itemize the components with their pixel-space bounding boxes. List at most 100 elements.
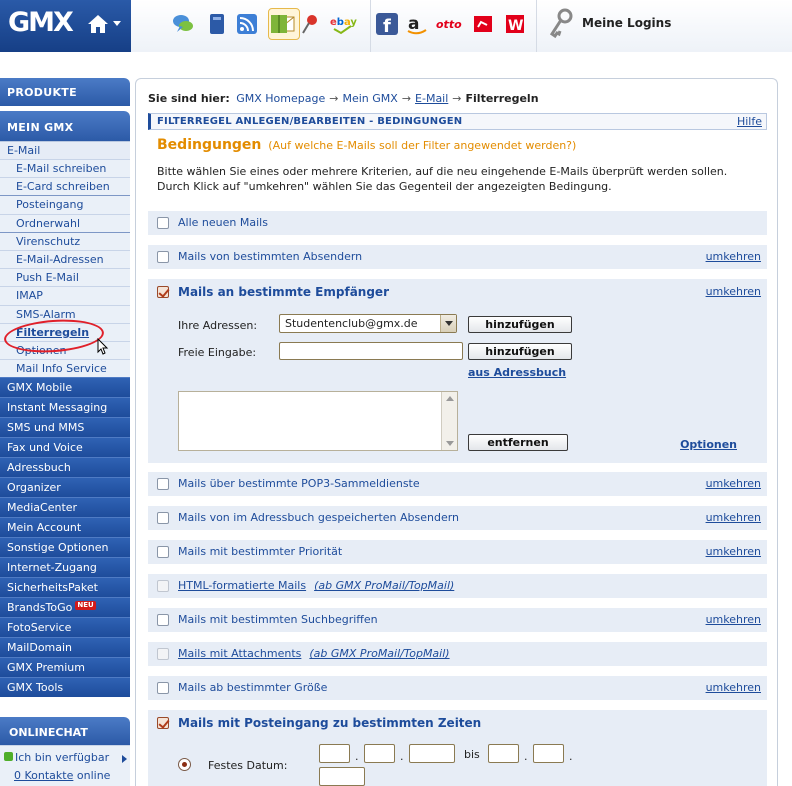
- condition-checkbox[interactable]: [157, 217, 169, 229]
- sidebar-subitem[interactable]: E-Card schreiben: [0, 177, 130, 196]
- chat-contacts-link[interactable]: 0 Kontakte: [14, 769, 73, 782]
- date-from-day-input[interactable]: [319, 744, 350, 763]
- sidebar-item[interactable]: Internet-Zugang: [0, 557, 130, 578]
- date-to-year-input[interactable]: [319, 767, 365, 786]
- sidebar-subitem[interactable]: Posteingang: [0, 195, 130, 214]
- condition-label[interactable]: Mails ab bestimmter Größe: [178, 681, 327, 694]
- condition-label[interactable]: Alle neuen Mails: [178, 216, 268, 229]
- sidebar-item[interactable]: Organizer: [0, 477, 130, 498]
- sidebar-item[interactable]: FotoService: [0, 617, 130, 638]
- sidebar-item[interactable]: Adressbuch: [0, 457, 130, 478]
- sidebar-item-email[interactable]: E-Mail: [0, 141, 130, 159]
- sidebar-mein-gmx-heading[interactable]: MEIN GMX: [0, 111, 130, 141]
- sidebar-item[interactable]: Mein Account: [0, 517, 130, 538]
- condition-checkbox[interactable]: [157, 682, 169, 694]
- ebay-icon[interactable]: ebay: [329, 12, 359, 36]
- sidebar-item[interactable]: SMS und MMS: [0, 417, 130, 438]
- facebook-icon[interactable]: f: [375, 12, 399, 36]
- options-link[interactable]: Optionen: [680, 438, 737, 451]
- gmx-logo-area[interactable]: GMX: [0, 0, 131, 52]
- sidebar-subitem[interactable]: Mail Info Service: [0, 359, 130, 378]
- scroll-down-icon[interactable]: [446, 441, 454, 446]
- home-menu-chevron-icon[interactable]: [113, 21, 121, 26]
- invert-link[interactable]: umkehren: [706, 250, 761, 263]
- amazon-icon[interactable]: a: [405, 12, 429, 36]
- breadcrumb-link[interactable]: E-Mail: [415, 92, 448, 105]
- address-book-icon[interactable]: [205, 12, 229, 36]
- rss-icon[interactable]: [235, 12, 259, 36]
- otto-icon[interactable]: otto: [435, 12, 467, 36]
- condition-checkbox[interactable]: [157, 512, 169, 524]
- invert-link[interactable]: umkehren: [706, 681, 761, 694]
- date-from-year-input[interactable]: [409, 744, 455, 763]
- sidebar-subitem[interactable]: Push E-Mail: [0, 268, 130, 287]
- breadcrumb-link[interactable]: Mein GMX: [342, 92, 397, 105]
- keys-icon[interactable]: [547, 8, 575, 40]
- sidebar-subitem[interactable]: IMAP: [0, 286, 130, 305]
- condition-checkbox[interactable]: [157, 614, 169, 626]
- remove-button[interactable]: entfernen: [468, 434, 568, 451]
- notes-icon[interactable]: [267, 12, 291, 36]
- chat-status[interactable]: Ich bin verfügbar: [4, 751, 109, 764]
- condition-label[interactable]: HTML-formatierte Mails (ab GMX ProMail/To…: [178, 579, 454, 592]
- own-addresses-select[interactable]: Studentenclub@gmx.de: [279, 314, 457, 333]
- sidebar-item[interactable]: Sonstige Optionen: [0, 537, 130, 558]
- sidebar-item[interactable]: SicherheitsPaket: [0, 577, 130, 598]
- invert-link[interactable]: umkehren: [706, 285, 761, 298]
- gmx-logo[interactable]: GMX: [8, 7, 74, 38]
- help-link[interactable]: Hilfe: [737, 115, 762, 128]
- sidebar-item[interactable]: Instant Messaging: [0, 397, 130, 418]
- chat-icon[interactable]: [171, 12, 195, 36]
- date-to-day-input[interactable]: [488, 744, 519, 763]
- condition-label[interactable]: Mails mit Attachments (ab GMX ProMail/Top…: [178, 647, 450, 660]
- condition-label[interactable]: Mails über bestimmte POP3-Sammeldienste: [178, 477, 420, 490]
- sidebar-item[interactable]: GMX Tools: [0, 677, 130, 698]
- condition-checkbox[interactable]: [157, 478, 169, 490]
- home-icon[interactable]: [87, 14, 109, 34]
- sidebar-item[interactable]: Fax und Voice: [0, 437, 130, 458]
- sidebar-item[interactable]: GMX Mobile: [0, 377, 130, 398]
- sidebar-item[interactable]: MailDomain: [0, 637, 130, 658]
- invert-link[interactable]: umkehren: [706, 511, 761, 524]
- chat-status-chevron-icon[interactable]: [122, 755, 127, 763]
- condition-label[interactable]: Mails mit bestimmten Suchbegriffen: [178, 613, 378, 626]
- sidebar-item[interactable]: MediaCenter: [0, 497, 130, 518]
- condition-checkbox-checked[interactable]: [157, 286, 169, 298]
- condition-label[interactable]: Mails von bestimmten Absendern: [178, 250, 362, 263]
- redirect-icon[interactable]: [471, 12, 495, 36]
- w-icon[interactable]: W: [503, 12, 527, 36]
- condition-label[interactable]: Mails an bestimmte Empfänger: [178, 285, 389, 299]
- recipients-list[interactable]: [178, 391, 458, 451]
- condition-label[interactable]: Mails mit Posteingang zu bestimmten Zeit…: [178, 716, 481, 730]
- fixed-date-radio[interactable]: [178, 758, 191, 771]
- sidebar-subitem-filterregeln[interactable]: Filterregeln: [0, 322, 130, 341]
- my-logins-label[interactable]: Meine Logins: [582, 16, 671, 30]
- date-to-month-input[interactable]: [533, 744, 564, 763]
- condition-label[interactable]: Mails mit bestimmter Priorität: [178, 545, 342, 558]
- sidebar-subitem[interactable]: Optionen: [0, 340, 130, 360]
- breadcrumb-link[interactable]: GMX Homepage: [236, 92, 325, 105]
- date-from-month-input[interactable]: [364, 744, 395, 763]
- condition-checkbox[interactable]: [157, 251, 169, 263]
- condition-checkbox[interactable]: [157, 546, 169, 558]
- scroll-up-icon[interactable]: [446, 396, 454, 401]
- sidebar-subitem[interactable]: E-Mail schreiben: [0, 159, 130, 178]
- sidebar-subitem[interactable]: E-Mail-Adressen: [0, 249, 130, 269]
- sidebar-subitem[interactable]: Virenschutz: [0, 231, 130, 250]
- condition-label[interactable]: Mails von im Adressbuch gespeicherten Ab…: [178, 511, 459, 524]
- add-free-input-button[interactable]: hinzufügen: [468, 343, 572, 360]
- invert-link[interactable]: umkehren: [706, 545, 761, 558]
- sidebar-subitem[interactable]: Ordnerwahl: [0, 213, 130, 232]
- invert-link[interactable]: umkehren: [706, 613, 761, 626]
- sidebar-item-brandstogo[interactable]: BrandsToGo NEU: [0, 597, 130, 618]
- add-address-button[interactable]: hinzufügen: [468, 316, 572, 333]
- from-addressbook-link[interactable]: aus Adressbuch: [468, 366, 566, 379]
- scrollbar[interactable]: [441, 392, 457, 450]
- sidebar-subitem[interactable]: SMS-Alarm: [0, 304, 130, 323]
- invert-link[interactable]: umkehren: [706, 477, 761, 490]
- pin-icon[interactable]: [299, 12, 323, 36]
- condition-checkbox-checked[interactable]: [157, 717, 169, 729]
- free-input-field[interactable]: [279, 342, 463, 360]
- sidebar-item[interactable]: GMX Premium: [0, 657, 130, 678]
- sidebar-products-heading[interactable]: PRODUKTE: [0, 78, 130, 106]
